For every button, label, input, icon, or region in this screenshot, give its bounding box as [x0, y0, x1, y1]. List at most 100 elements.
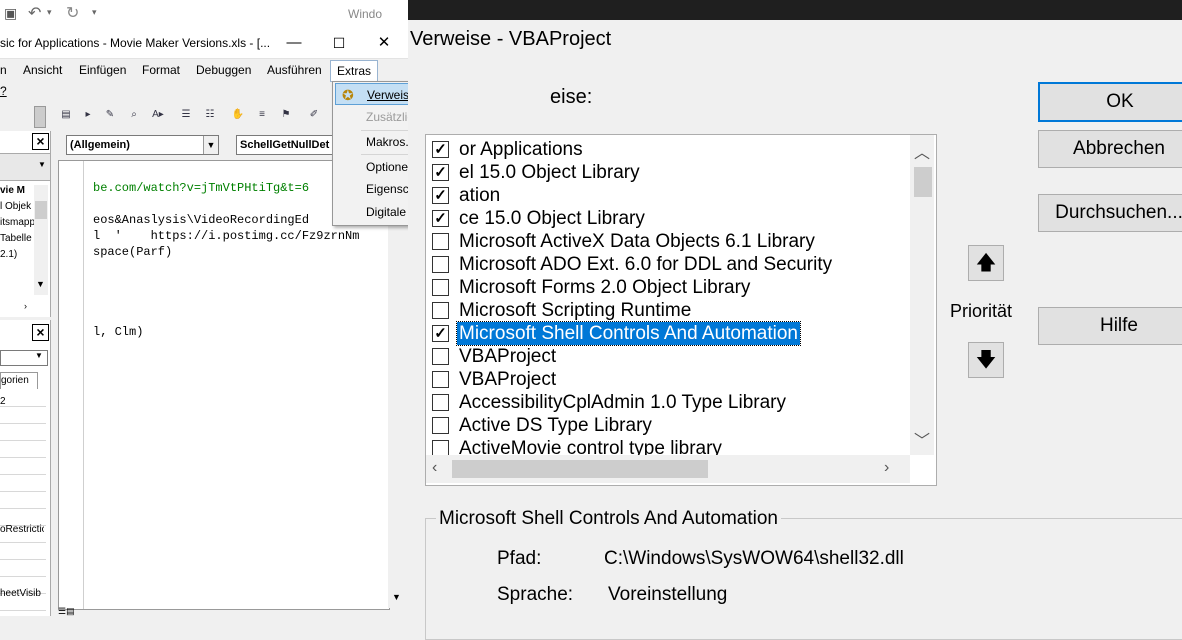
- code-line[interactable]: space(Parf): [93, 245, 172, 259]
- reference-row[interactable]: ✓ Microsoft Shell Controls And Automation: [430, 321, 905, 346]
- checkbox[interactable]: [432, 394, 449, 411]
- references-horizontal-scrollbar[interactable]: ‹ ›: [426, 455, 910, 483]
- run-to-cursor-icon[interactable]: ▸: [80, 108, 96, 122]
- view-toggle-icons[interactable]: ☰▤: [58, 606, 98, 616]
- edit-icon[interactable]: ✎: [102, 108, 118, 122]
- properties-close-button[interactable]: ×: [32, 324, 49, 341]
- checkbox[interactable]: [432, 279, 449, 296]
- bookmark-icon[interactable]: ⚑: [278, 108, 294, 122]
- find-icon[interactable]: ⌕: [126, 108, 142, 122]
- reference-row[interactable]: Microsoft Scripting Runtime: [430, 299, 905, 322]
- code-line[interactable]: be.com/watch?v=jTmVtPHtiTg&t=6: [93, 181, 309, 195]
- chevron-down-icon[interactable]: ▼: [38, 160, 46, 169]
- maximize-button[interactable]: ☐: [319, 28, 359, 58]
- toolbar-scroll-handle[interactable]: [34, 106, 46, 128]
- reference-row[interactable]: Microsoft ActiveX Data Objects 6.1 Libra…: [430, 230, 905, 253]
- reference-row[interactable]: AccessibilityCplAdmin 1.0 Type Library: [430, 391, 905, 414]
- cancel-button[interactable]: Abbrechen: [1038, 130, 1182, 168]
- object-browser-icon[interactable]: A▸: [150, 108, 166, 122]
- checkbox[interactable]: [432, 302, 449, 319]
- menu-ausfuehren[interactable]: Ausführen: [267, 63, 322, 77]
- priority-down-button[interactable]: 🡇: [968, 342, 1004, 378]
- menu-format[interactable]: Format: [142, 63, 180, 77]
- menu-view-fragment[interactable]: n: [0, 63, 7, 77]
- scrollbar-thumb[interactable]: [452, 460, 708, 478]
- scroll-right-icon[interactable]: ›: [24, 301, 27, 311]
- checked-checkbox[interactable]: ✓: [432, 325, 449, 342]
- minimize-button[interactable]: —: [274, 28, 314, 58]
- scroll-down-icon[interactable]: ﹀: [914, 427, 930, 451]
- chevron-down-icon[interactable]: ▼: [35, 351, 43, 360]
- project-explorer-close-button[interactable]: ×: [32, 133, 49, 150]
- ok-button[interactable]: OK: [1038, 82, 1182, 122]
- code-line[interactable]: eos&Anaslysis\VideoRecordingEd: [93, 213, 309, 227]
- tree-item[interactable]: vie M: [0, 185, 34, 196]
- scrollbar-thumb[interactable]: [914, 167, 932, 197]
- tree-item[interactable]: l Objek: [0, 201, 34, 212]
- outdent-icon[interactable]: ☷: [202, 108, 218, 122]
- scrollbar-thumb[interactable]: [35, 201, 47, 219]
- tab-categories[interactable]: gorien: [0, 372, 38, 389]
- menu-einfuegen[interactable]: Einfügen: [79, 63, 126, 77]
- checkbox[interactable]: [432, 371, 449, 388]
- code-line[interactable]: l ' https://i.postimg.cc/Fz9zrnNm: [93, 229, 359, 243]
- code-margin-indicator-bar[interactable]: [59, 161, 84, 609]
- save-icon[interactable]: ▣: [4, 5, 17, 22]
- checked-checkbox[interactable]: ✓: [432, 141, 449, 158]
- reference-row[interactable]: ✓ ce 15.0 Object Library: [430, 207, 905, 230]
- redo-icon[interactable]: ↻: [66, 3, 79, 23]
- checked-checkbox[interactable]: ✓: [432, 164, 449, 181]
- undo-icon[interactable]: ↶: [28, 3, 41, 23]
- reference-row[interactable]: ✓ el 15.0 Object Library: [430, 161, 905, 184]
- tree-item[interactable]: Tabelle: [0, 233, 34, 244]
- references-vertical-scrollbar[interactable]: ︿ ﹀: [910, 135, 934, 455]
- reference-row[interactable]: Active DS Type Library: [430, 414, 905, 437]
- reference-row[interactable]: ✓ or Applications: [430, 138, 905, 161]
- checked-checkbox[interactable]: ✓: [432, 210, 449, 227]
- help-button[interactable]: Hilfe: [1038, 307, 1182, 345]
- checkbox[interactable]: [432, 440, 449, 455]
- insert-module-icon[interactable]: ▤: [58, 108, 74, 122]
- tree-item[interactable]: itsmapp: [0, 217, 34, 228]
- priority-up-button[interactable]: 🡅: [968, 245, 1004, 281]
- checkbox[interactable]: [432, 417, 449, 434]
- reference-row[interactable]: Microsoft Forms 2.0 Object Library: [430, 276, 905, 299]
- property-row[interactable]: heetVisib: [0, 588, 44, 599]
- code-line[interactable]: l, Clm): [93, 325, 143, 339]
- reference-row[interactable]: VBAProject: [430, 345, 905, 368]
- chevron-down-icon[interactable]: ▼: [203, 136, 218, 154]
- scroll-right-icon[interactable]: ›: [884, 459, 889, 477]
- references-list[interactable]: ✓ or Applications ✓ el 15.0 Object Library ✓…: [425, 134, 937, 486]
- property-row[interactable]: oRestrictio: [0, 524, 44, 535]
- checkbox[interactable]: [432, 233, 449, 250]
- chevron-down-icon[interactable]: ▾: [47, 7, 52, 18]
- checkbox[interactable]: [432, 256, 449, 273]
- object-combo[interactable]: (Allgemein) ▼: [66, 135, 219, 155]
- scroll-down-icon[interactable]: ▼: [36, 279, 45, 289]
- hand-icon[interactable]: ✋: [230, 108, 246, 122]
- code-vertical-scrollbar[interactable]: ▼: [388, 160, 405, 608]
- customize-qat-icon[interactable]: ▾: [92, 7, 97, 18]
- tree-item[interactable]: 2.1): [0, 249, 34, 260]
- scroll-down-icon[interactable]: ▼: [392, 592, 401, 602]
- checked-checkbox[interactable]: ✓: [432, 187, 449, 204]
- reference-row[interactable]: Microsoft ADO Ext. 6.0 for DDL and Secur…: [430, 253, 905, 276]
- close-button[interactable]: ✕: [364, 28, 404, 58]
- browse-button[interactable]: Durchsuchen...: [1038, 194, 1182, 232]
- reference-row[interactable]: ActiveMovie control type library: [430, 437, 905, 455]
- comment-icon[interactable]: ≡: [254, 108, 270, 122]
- menu-ansicht[interactable]: Ansicht: [23, 63, 62, 77]
- scroll-up-icon[interactable]: ︿: [914, 139, 930, 163]
- reference-row[interactable]: ✓ ation: [430, 184, 905, 207]
- menu-debuggen[interactable]: Debuggen: [196, 63, 251, 77]
- checkbox[interactable]: [432, 348, 449, 365]
- code-editor[interactable]: be.com/watch?v=jTmVtPHtiTg&t=6 eos&Anasly…: [58, 160, 390, 610]
- scroll-left-icon[interactable]: ‹: [432, 459, 437, 477]
- project-explorer-scrollbar[interactable]: ▼: [34, 185, 48, 295]
- property-row[interactable]: 2: [0, 396, 44, 407]
- indent-icon[interactable]: ☰: [178, 108, 194, 122]
- properties-object-combo[interactable]: ▼: [0, 350, 48, 366]
- pen-icon[interactable]: ✐: [306, 108, 322, 122]
- menu-help-fragment[interactable]: ?: [0, 84, 7, 98]
- menu-extras[interactable]: Extras: [330, 60, 379, 82]
